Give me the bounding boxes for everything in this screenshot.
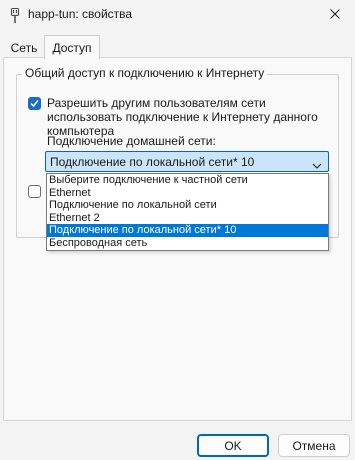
cancel-button[interactable]: Отмена xyxy=(278,434,350,457)
group-title: Общий доступ к подключению к Интернету xyxy=(22,66,268,80)
plug-icon xyxy=(9,8,21,27)
tab-sharing[interactable]: Доступ xyxy=(44,35,100,59)
select-value: Подключение по локальной сети* 10 xyxy=(50,155,255,169)
allow-sharing-checkbox[interactable] xyxy=(28,97,41,110)
dropdown-option[interactable]: Подключение по локальной сети xyxy=(47,199,328,212)
dropdown-option[interactable]: Беспроводная сеть xyxy=(47,237,328,250)
allow-sharing-label[interactable]: Разрешить другим пользователям сети испо… xyxy=(47,96,337,138)
tab-network[interactable]: Сеть xyxy=(4,38,44,57)
checkmark-icon xyxy=(30,100,39,108)
allow-control-checkbox[interactable] xyxy=(28,185,41,198)
dropdown-option[interactable]: Выберите подключение к частной сети xyxy=(47,174,328,187)
home-network-label: Подключение домашней сети: xyxy=(47,134,216,148)
close-icon xyxy=(330,8,340,22)
ok-button[interactable]: OK xyxy=(197,434,269,457)
title-bar: happ-tun: свойства xyxy=(0,0,355,30)
dropdown-option-selected[interactable]: Подключение по локальной сети* 10 xyxy=(47,224,328,237)
home-network-dropdown: Выберите подключение к частной сети Ethe… xyxy=(46,173,329,251)
chevron-down-icon xyxy=(312,158,322,172)
dropdown-option[interactable]: Ethernet xyxy=(47,187,328,200)
dropdown-option[interactable]: Ethernet 2 xyxy=(47,212,328,225)
close-button[interactable] xyxy=(315,0,355,30)
home-network-select[interactable]: Подключение по локальной сети* 10 xyxy=(45,151,329,172)
window-title: happ-tun: свойства xyxy=(28,7,133,21)
